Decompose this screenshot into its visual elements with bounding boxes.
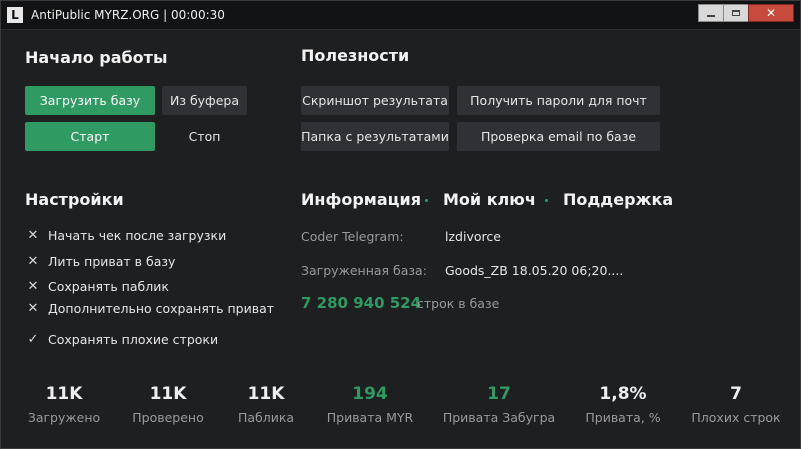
stat-checked: 11K Проверено [123, 384, 213, 425]
stop-button[interactable]: Стоп [162, 122, 247, 151]
unchecked-icon: ✕ [27, 254, 39, 269]
unchecked-icon: ✕ [27, 228, 39, 243]
settings-heading: Настройки [25, 190, 124, 209]
tab-info[interactable]: Информация [301, 190, 421, 209]
window-controls: ✕ [698, 4, 794, 22]
separator-dot [545, 199, 548, 202]
stat-private-myr: 194 Привата MYR [319, 384, 421, 425]
title-bar[interactable]: L AntiPublic MYRZ.ORG | 00:00:30 ✕ [1, 1, 800, 30]
lines-count: 7 280 940 524 [301, 294, 422, 312]
maximize-icon [732, 10, 740, 16]
stat-label: Паблика [237, 410, 295, 425]
check-email-button[interactable]: Проверка email по базе [457, 122, 660, 151]
option-label: Сохранять паблик [48, 279, 169, 294]
window-title: AntiPublic MYRZ.ORG | 00:00:30 [31, 8, 225, 22]
app-window: L AntiPublic MYRZ.ORG | 00:00:30 ✕ Начал… [0, 0, 801, 449]
stat-label: Привата Забугра [442, 410, 556, 425]
stat-label: Привата MYR [326, 410, 414, 425]
stat-public: 11K Паблика [230, 384, 302, 425]
loaded-base-label: Загруженная база: [301, 263, 427, 278]
start-heading: Начало работы [25, 48, 168, 67]
tab-my-key[interactable]: Мой ключ [443, 190, 536, 209]
option-push-private-to-base[interactable]: ✕ Лить приват в базу [25, 254, 176, 269]
lines-count-label: строк в базе [417, 296, 500, 311]
separator-dot [425, 199, 428, 202]
load-base-button[interactable]: Загрузить базу [25, 86, 155, 115]
checkmark-icon: ✓ [27, 332, 39, 347]
close-button[interactable]: ✕ [748, 4, 794, 22]
stat-value: 1,8% [599, 384, 647, 404]
option-save-private-extra[interactable]: ✕ Дополнительно сохранять приват [25, 301, 274, 316]
loaded-base-value: Goods_ZB 18.05.20 06;20.... [445, 263, 624, 278]
option-label: Начать чек после загрузки [48, 228, 227, 243]
from-clipboard-button[interactable]: Из буфера [162, 86, 247, 115]
stat-bad-lines: 7 Плохих строк [687, 384, 785, 425]
stat-value: 11K [247, 384, 285, 404]
stat-label: Проверено [132, 410, 204, 425]
get-passwords-button[interactable]: Получить пароли для почт [457, 86, 660, 115]
option-label: Сохранять плохие строки [48, 332, 219, 347]
minimize-button[interactable] [698, 4, 724, 22]
stat-value: 11K [149, 384, 187, 404]
stat-value: 17 [487, 384, 511, 404]
option-save-public[interactable]: ✕ Сохранять паблик [25, 279, 169, 294]
close-icon: ✕ [765, 6, 777, 20]
maximize-button[interactable] [723, 4, 749, 22]
stat-private-abroad: 17 Привата Забугра [439, 384, 559, 425]
unchecked-icon: ✕ [27, 301, 39, 316]
option-label: Лить приват в базу [48, 254, 176, 269]
option-save-bad-lines[interactable]: ✓ Сохранять плохие строки [25, 332, 219, 347]
telegram-value[interactable]: lzdivorce [445, 229, 501, 244]
stat-value: 7 [730, 384, 742, 404]
stat-value: 194 [352, 384, 388, 404]
stat-loaded: 11K Загружено [20, 384, 108, 425]
stat-label: Плохих строк [691, 410, 781, 425]
start-button[interactable]: Старт [25, 122, 155, 151]
results-folder-button[interactable]: Папка с результатами [301, 122, 449, 151]
stat-label: Загружено [27, 410, 101, 425]
useful-heading: Полезности [301, 46, 410, 65]
screenshot-button[interactable]: Скриншот результата [301, 86, 449, 115]
stat-private-percent: 1,8% Привата, % [579, 384, 667, 425]
telegram-label: Coder Telegram: [301, 229, 404, 244]
unchecked-icon: ✕ [27, 279, 39, 294]
minimize-icon [707, 15, 715, 17]
stat-value: 11K [45, 384, 83, 404]
app-logo-icon: L [7, 7, 23, 23]
stat-label: Привата, % [585, 410, 661, 425]
option-label: Дополнительно сохранять приват [48, 301, 275, 316]
option-start-check-after-load[interactable]: ✕ Начать чек после загрузки [25, 228, 227, 243]
tab-support[interactable]: Поддержка [563, 190, 673, 209]
